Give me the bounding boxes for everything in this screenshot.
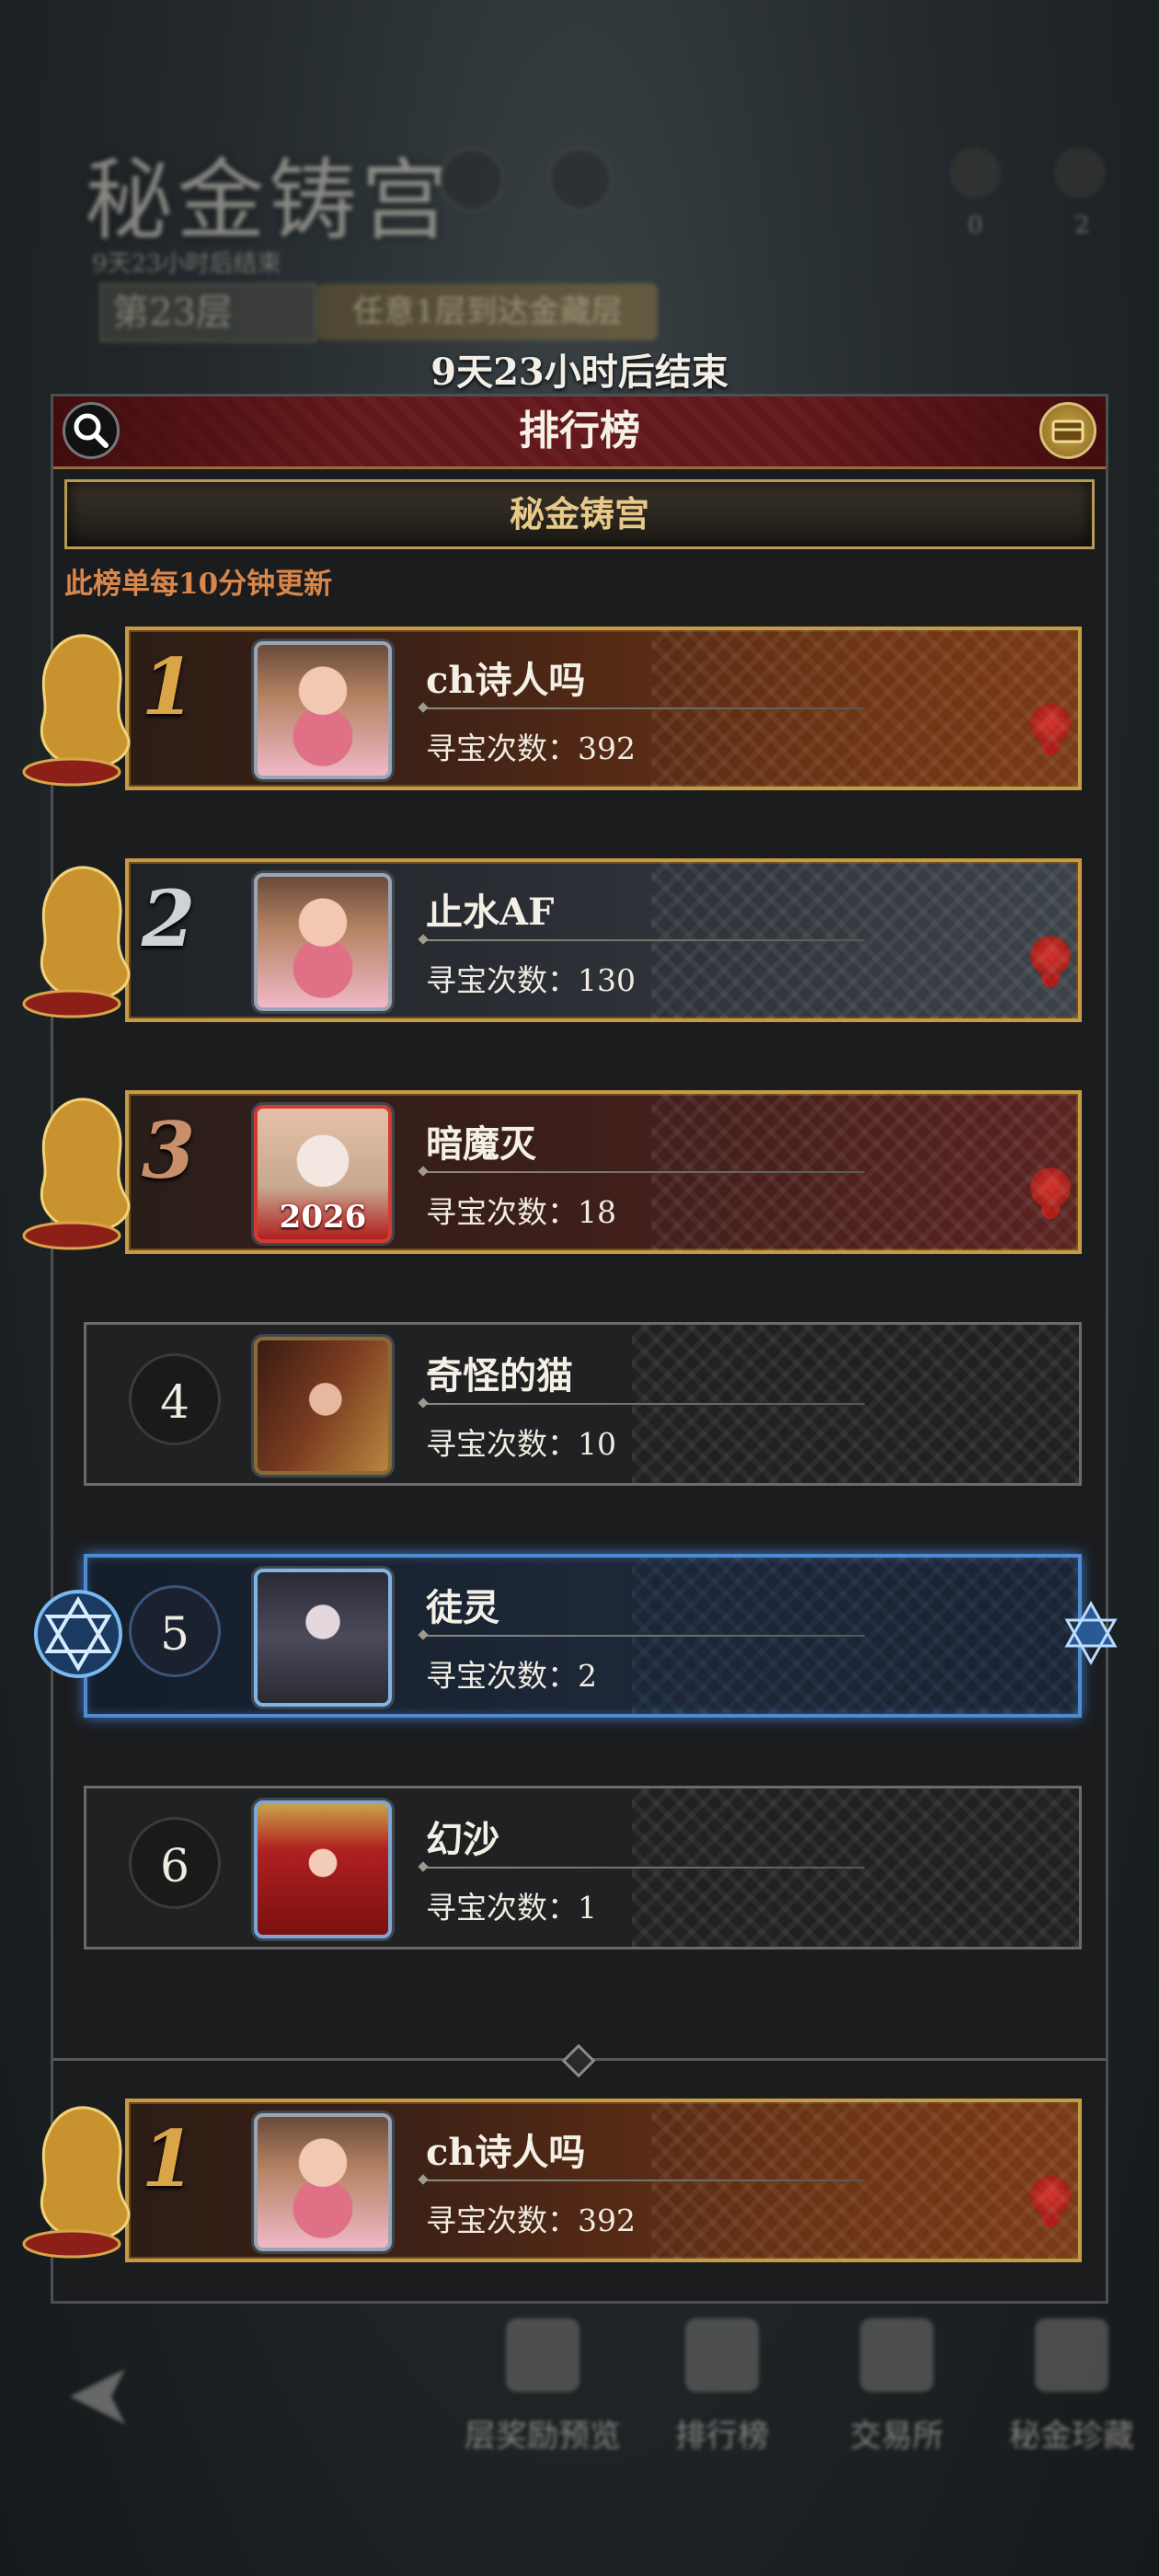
divider-line — [423, 1635, 865, 1637]
count-value: 18 — [578, 1194, 616, 1230]
ranking-row[interactable]: 3 2026 暗魔灭 寻宝次数：18 — [22, 1068, 1102, 1261]
leaderboard-panel: 排行榜 秘金铸宫 此榜单每10分钟更新 1 ch诗人吗 寻宝次数：392 2 止… — [22, 394, 1118, 2304]
nav-leaderboard[interactable]: 排行榜 — [644, 2318, 800, 2466]
nav-exchange[interactable]: 交易所 — [819, 2318, 975, 2466]
count-value: 1 — [578, 1890, 597, 1926]
count-value: 392 — [578, 2202, 636, 2238]
rank-badge: 4 — [129, 1353, 221, 1445]
player-avatar[interactable] — [254, 2113, 392, 2251]
stat-value: 0 — [968, 212, 983, 239]
collection-icon — [1035, 2318, 1108, 2392]
count-label: 寻宝次数： — [426, 962, 578, 998]
ranking-row[interactable]: 1 ch诗人吗 寻宝次数：392 — [22, 604, 1102, 798]
reward-icon — [506, 2318, 580, 2392]
coin-icon — [1054, 147, 1106, 199]
ranking-row-highlighted[interactable]: 5 徒灵 寻宝次数：2 — [34, 1532, 1118, 1725]
background-header: 秘金铸宫 0 2 9天23小时后结束 第23层 任意1层到达金藏层 — [0, 0, 1159, 386]
rank-badge: 5 — [129, 1585, 221, 1677]
player-name: ch诗人吗 — [426, 2131, 586, 2174]
hexagram-icon — [1064, 1600, 1118, 1666]
nav-label: 层奖励预览 — [465, 2418, 621, 2455]
panel-title: 排行榜 — [519, 408, 640, 454]
tab-mijin-zhugong[interactable]: 秘金铸宫 — [64, 479, 1095, 549]
count-value: 130 — [578, 962, 636, 998]
search-icon — [440, 147, 504, 212]
chinese-knot-icon — [1030, 704, 1071, 744]
count-value: 10 — [578, 1426, 616, 1462]
treasure-count: 寻宝次数：130 — [426, 956, 636, 1000]
trophy-icon — [685, 2318, 759, 2392]
avatar-year-text: 2026 — [279, 1199, 367, 1236]
my-rank-row[interactable]: 1 ch诗人吗 寻宝次数：392 — [22, 2076, 1102, 2270]
treasure-chest-button[interactable] — [1039, 402, 1096, 459]
count-value: 392 — [578, 730, 636, 766]
player-name: 徒灵 — [426, 1586, 499, 1629]
rank-number: 1 — [141, 641, 196, 732]
task-banner: 任意1层到达金藏层 — [317, 283, 658, 340]
treasure-count: 寻宝次数：392 — [426, 724, 636, 768]
magnifier-icon — [74, 413, 109, 448]
player-name: 奇怪的猫 — [426, 1354, 573, 1397]
player-avatar[interactable] — [254, 641, 392, 779]
hexagram-emblem-icon — [34, 1590, 122, 1678]
chinese-knot-icon — [1030, 936, 1071, 976]
count-label: 寻宝次数： — [426, 730, 578, 766]
rank-badge: 6 — [129, 1817, 221, 1909]
exchange-icon — [860, 2318, 934, 2392]
back-arrow-icon[interactable] — [61, 2355, 143, 2438]
bottom-nav: 层奖励预览 排行榜 交易所 秘金珍藏 — [0, 2300, 1159, 2576]
treasure-count: 寻宝次数：392 — [426, 2196, 636, 2240]
end-time-text: 9天23小时后结束 — [430, 351, 729, 394]
player-avatar[interactable] — [254, 1337, 392, 1475]
update-note: 此榜单每10分钟更新 — [64, 568, 333, 601]
chinese-knot-icon — [1030, 1167, 1071, 1208]
divider-line — [423, 1403, 865, 1405]
rank-number: 2 — [141, 873, 196, 964]
divider-line — [423, 707, 865, 709]
player-name: 暗魔灭 — [426, 1122, 536, 1166]
nav-label: 秘金珍藏 — [1009, 2418, 1134, 2455]
bg-end-time: 9天23小时后结束 — [92, 250, 281, 278]
rank-number: 3 — [141, 1105, 196, 1196]
count-label: 寻宝次数： — [426, 1194, 578, 1230]
count-label: 寻宝次数： — [426, 1658, 578, 1694]
stat-value: 2 — [1074, 212, 1090, 239]
divider-line — [423, 1867, 865, 1869]
count-label: 寻宝次数： — [426, 2202, 578, 2238]
player-avatar[interactable] — [254, 1800, 392, 1938]
player-avatar[interactable] — [254, 873, 392, 1011]
book-icon — [548, 147, 613, 212]
floor-label: 第23层 — [99, 283, 316, 342]
ranking-row[interactable]: 4 奇怪的猫 寻宝次数：10 — [63, 1300, 1102, 1493]
divider-line — [423, 2179, 865, 2181]
nav-label: 排行榜 — [675, 2418, 769, 2455]
divider-line — [423, 939, 865, 941]
divider-diamond-icon — [561, 2043, 596, 2078]
player-avatar[interactable] — [254, 1569, 392, 1707]
game-title: 秘金铸宫 — [85, 149, 453, 252]
divider-line — [423, 1171, 865, 1173]
treasure-count: 寻宝次数：18 — [426, 1188, 616, 1232]
treasure-count: 寻宝次数：1 — [426, 1883, 597, 1927]
treasure-count: 寻宝次数：2 — [426, 1651, 597, 1696]
ranking-row[interactable]: 6 幻沙 寻宝次数：1 — [63, 1764, 1102, 1957]
count-label: 寻宝次数： — [426, 1426, 578, 1462]
player-avatar[interactable]: 2026 — [254, 1105, 392, 1243]
nav-collection[interactable]: 秘金珍藏 — [993, 2318, 1150, 2466]
rank-number: 1 — [141, 2113, 196, 2204]
search-button[interactable] — [63, 402, 120, 459]
ranking-row[interactable]: 2 止水AF 寻宝次数：130 — [22, 836, 1102, 1029]
count-value: 2 — [578, 1658, 597, 1694]
player-name: ch诗人吗 — [426, 659, 586, 702]
nav-floor-reward-preview[interactable]: 层奖励预览 — [465, 2318, 621, 2466]
player-name: 止水AF — [426, 891, 555, 934]
nav-label: 交易所 — [850, 2418, 944, 2455]
chest-icon — [1051, 420, 1084, 443]
count-label: 寻宝次数： — [426, 1890, 578, 1926]
chinese-knot-icon — [1030, 2176, 1071, 2216]
compass-icon — [949, 147, 1001, 199]
panel-header: 排行榜 — [53, 397, 1106, 469]
treasure-count: 寻宝次数：10 — [426, 1420, 616, 1464]
player-name: 幻沙 — [426, 1818, 499, 1861]
